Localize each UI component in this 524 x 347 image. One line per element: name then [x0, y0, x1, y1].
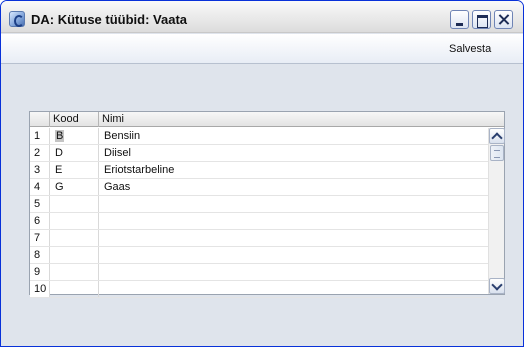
- save-button[interactable]: Salvesta: [449, 43, 491, 55]
- table-row: 7: [30, 230, 488, 247]
- data-grid: Kood Nimi 1 B Bensiin 2 D Diisel 3 E Eri…: [29, 111, 505, 298]
- table-row: 2 D Diisel: [30, 145, 488, 162]
- row-number: 6: [30, 213, 50, 229]
- table-row: 1 B Bensiin: [30, 128, 488, 145]
- minimize-button[interactable]: [450, 10, 469, 29]
- grid-rows: 1 B Bensiin 2 D Diisel 3 E Eriotstarbeli…: [30, 128, 488, 298]
- kood-cell[interactable]: [50, 264, 99, 280]
- nimi-cell[interactable]: [99, 247, 488, 263]
- table-row: 8: [30, 247, 488, 264]
- nimi-cell[interactable]: Bensiin: [99, 128, 488, 144]
- grid-header: Kood Nimi: [30, 112, 504, 127]
- table-row: 4 G Gaas: [30, 179, 488, 196]
- kood-cell[interactable]: D: [50, 145, 99, 161]
- table-row: 10: [30, 281, 488, 298]
- nimi-cell[interactable]: Diisel: [99, 145, 488, 161]
- row-number: 10: [30, 281, 50, 297]
- row-number: 9: [30, 264, 50, 280]
- kood-cell[interactable]: E: [50, 162, 99, 178]
- kood-cell[interactable]: [50, 247, 99, 263]
- row-number: 5: [30, 196, 50, 212]
- nimi-cell[interactable]: [99, 281, 488, 297]
- maximize-button[interactable]: [472, 10, 491, 29]
- table-row: 6: [30, 213, 488, 230]
- row-number: 2: [30, 145, 50, 161]
- table-row: 5: [30, 196, 488, 213]
- nimi-cell[interactable]: [99, 230, 488, 246]
- table-row: 3 E Eriotstarbeline: [30, 162, 488, 179]
- scroll-up-button[interactable]: [489, 128, 505, 144]
- row-number: 8: [30, 247, 50, 263]
- nimi-cell[interactable]: [99, 196, 488, 212]
- kood-cell[interactable]: B: [50, 128, 99, 144]
- row-number: 3: [30, 162, 50, 178]
- kood-cell[interactable]: [50, 196, 99, 212]
- nimi-cell[interactable]: [99, 213, 488, 229]
- toolbar: Salvesta: [1, 34, 523, 64]
- row-number: 4: [30, 179, 50, 195]
- close-button[interactable]: [494, 10, 513, 29]
- kood-cell[interactable]: G: [50, 179, 99, 195]
- row-number: 7: [30, 230, 50, 246]
- table-row: 9: [30, 264, 488, 281]
- kood-cell[interactable]: [50, 230, 99, 246]
- nimi-cell[interactable]: Eriotstarbeline: [99, 162, 488, 178]
- kood-cell[interactable]: [50, 281, 99, 297]
- kood-cell-text: B: [55, 130, 65, 142]
- app-icon[interactable]: [9, 11, 25, 27]
- nimi-cell[interactable]: [99, 264, 488, 280]
- vertical-scrollbar[interactable]: [488, 128, 505, 294]
- scroll-thumb[interactable]: [490, 145, 504, 161]
- title-bar[interactable]: DA: Kütuse tüübid: Vaata: [1, 1, 523, 33]
- header-kood[interactable]: Kood: [50, 112, 99, 127]
- window-title: DA: Kütuse tüübid: Vaata: [31, 12, 188, 27]
- kood-cell[interactable]: [50, 213, 99, 229]
- header-row-number: [30, 112, 50, 127]
- scroll-down-button[interactable]: [489, 278, 505, 294]
- window: DA: Kütuse tüübid: Vaata Salvesta Kood N…: [0, 0, 524, 347]
- header-nimi[interactable]: Nimi: [99, 112, 504, 127]
- row-number: 1: [30, 128, 50, 144]
- nimi-cell[interactable]: Gaas: [99, 179, 488, 195]
